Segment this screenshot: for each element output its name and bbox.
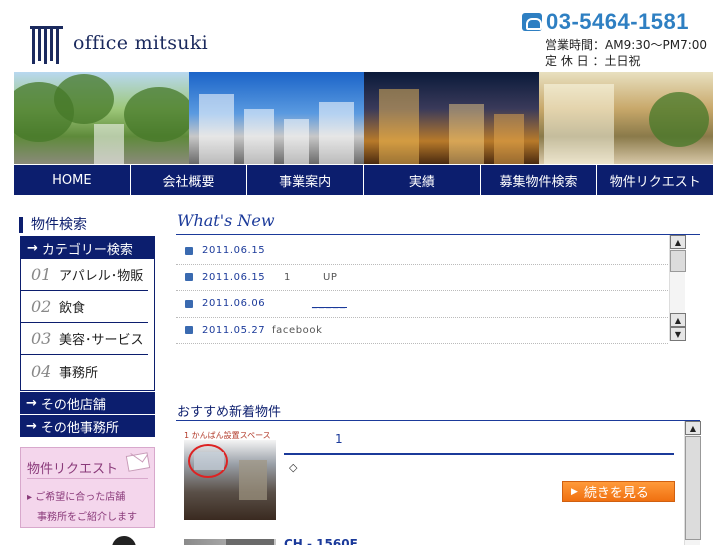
hero-photo-cafe-terrace: [539, 72, 713, 164]
category-num: 03: [31, 329, 52, 348]
list-item[interactable]: 2011.05.27 facebook: [176, 318, 668, 344]
nav-company[interactable]: 会社概要: [131, 165, 248, 195]
envelope-icon: [125, 452, 151, 472]
recommended-title: おすすめ新着物件: [177, 405, 282, 420]
list-item[interactable]: 2011.06.06 _____: [176, 291, 668, 318]
nav-property-search[interactable]: 募集物件検索: [481, 165, 598, 195]
bullet-icon: [185, 326, 193, 335]
arrow-right-icon: →: [27, 240, 38, 256]
category-item-office[interactable]: 04 事務所: [21, 355, 148, 387]
divider: [284, 453, 674, 455]
whats-new-title: What's New: [177, 211, 275, 230]
scroll-up-icon[interactable]: ▲: [685, 421, 701, 435]
news-date: 2011.06.15: [202, 245, 266, 257]
category-num: 04: [31, 361, 52, 381]
hero-photo-street-trees: [14, 72, 194, 164]
tel-number: 03-5464-1581: [546, 9, 690, 34]
property-number[interactable]: 1: [335, 432, 343, 446]
category-label: 美容･サービス: [59, 333, 144, 348]
news-list: 2011.06.15 2011.06.15 1 UP 2011.06.06 ___…: [176, 238, 668, 348]
divider: [27, 478, 148, 479]
hero-photo-city-day: [189, 72, 364, 164]
scroll-thumb[interactable]: [670, 250, 686, 272]
sidebar-title: 物件検索: [19, 217, 87, 233]
category-label: 事務所: [59, 365, 99, 381]
bullet-icon: [185, 273, 193, 282]
bullet-icon: [185, 246, 193, 255]
page: office mitsuki 03-5464-1581 営業時間：AM9:30〜…: [0, 0, 727, 545]
arrow-right-icon: →: [26, 395, 37, 411]
news-text: facebook: [272, 324, 323, 336]
nav-business[interactable]: 事業案内: [247, 165, 365, 195]
business-hours: 営業時間：AM9:30〜PM7:00: [545, 38, 708, 52]
list-item[interactable]: 2011.06.15 1 UP: [176, 265, 668, 291]
divider: [176, 420, 700, 421]
category-label: 飲食: [59, 301, 86, 316]
global-nav: HOME 会社概要 事業案内 実績 募集物件検索 物件リクエスト: [14, 164, 713, 195]
property-thumbnail[interactable]: [184, 440, 276, 520]
nav-home[interactable]: HOME: [14, 165, 131, 195]
other-offices-label: その他事務所: [40, 420, 119, 436]
logo-text[interactable]: office mitsuki: [73, 32, 208, 54]
scroll-up-icon[interactable]: ▲: [670, 313, 686, 327]
bullet-icon: [185, 299, 193, 308]
news-link[interactable]: _____: [312, 298, 347, 309]
category-item-food[interactable]: 02 飲食: [21, 291, 148, 323]
hero-photo-city-night: [364, 72, 539, 164]
other-offices-link[interactable]: → その他事務所: [20, 415, 155, 437]
play-arrow-icon: ▶: [571, 486, 578, 497]
category-search-label: カテゴリー検索: [41, 242, 133, 258]
property-thumbnail-detail: [226, 539, 274, 545]
category-num: 02: [31, 297, 52, 316]
category-search-head: → カテゴリー検索: [21, 237, 154, 259]
scroll-down-icon[interactable]: ▼: [670, 327, 686, 341]
news-date: 2011.06.15: [202, 271, 266, 283]
nav-property-request[interactable]: 物件リクエスト: [597, 165, 713, 195]
category-label: アパレル･物販: [59, 269, 144, 284]
logo-mark-icon[interactable]: [30, 26, 63, 64]
hero-banner: [14, 72, 713, 164]
list-item[interactable]: 2011.06.15: [176, 238, 668, 265]
recommended-scrollbar[interactable]: ▲: [684, 421, 701, 545]
news-date: 2011.05.27: [202, 324, 266, 336]
arrow-right-icon: →: [26, 418, 37, 434]
scroll-thumb[interactable]: [685, 436, 701, 540]
category-search-box: → カテゴリー検索 01 アパレル･物販 02 飲食 03 美容･サービス 04…: [20, 236, 155, 391]
request-text-1: ▸ ご希望に合った店舗: [27, 492, 126, 503]
request-text-2: 事務所をご紹介します: [37, 512, 137, 523]
scroll-up-icon[interactable]: ▲: [670, 235, 686, 249]
category-num: 01: [31, 265, 52, 284]
news-scrollbar[interactable]: ▲ ▲ ▼: [669, 235, 686, 341]
person-silhouette-icon: [112, 536, 136, 545]
other-shops-link[interactable]: → その他店舗: [20, 392, 155, 414]
nav-results[interactable]: 実績: [364, 165, 481, 195]
phone-icon: [522, 13, 542, 31]
divider: [176, 234, 700, 235]
read-more-label: 続きを見る: [583, 486, 649, 501]
closed-days: 定 休 日 ：土日祝: [545, 54, 641, 68]
news-date: 2011.06.06: [202, 298, 266, 310]
site-header: office mitsuki 03-5464-1581 営業時間：AM9:30〜…: [0, 0, 727, 72]
other-shops-label: その他店舗: [40, 397, 106, 413]
property-title[interactable]: CH - 1560F: [284, 537, 358, 545]
property-request-banner[interactable]: 物件リクエスト ▸ ご希望に合った店舗 事務所をご紹介します: [20, 447, 155, 528]
category-item-beauty[interactable]: 03 美容･サービス: [21, 323, 148, 355]
read-more-button[interactable]: ▶ 続きを見る: [562, 481, 675, 502]
diamond-icon: ◇: [289, 461, 298, 474]
category-item-apparel[interactable]: 01 アパレル･物販: [21, 259, 148, 291]
request-title: 物件リクエスト: [27, 462, 119, 477]
news-text: 1 UP: [284, 271, 338, 283]
